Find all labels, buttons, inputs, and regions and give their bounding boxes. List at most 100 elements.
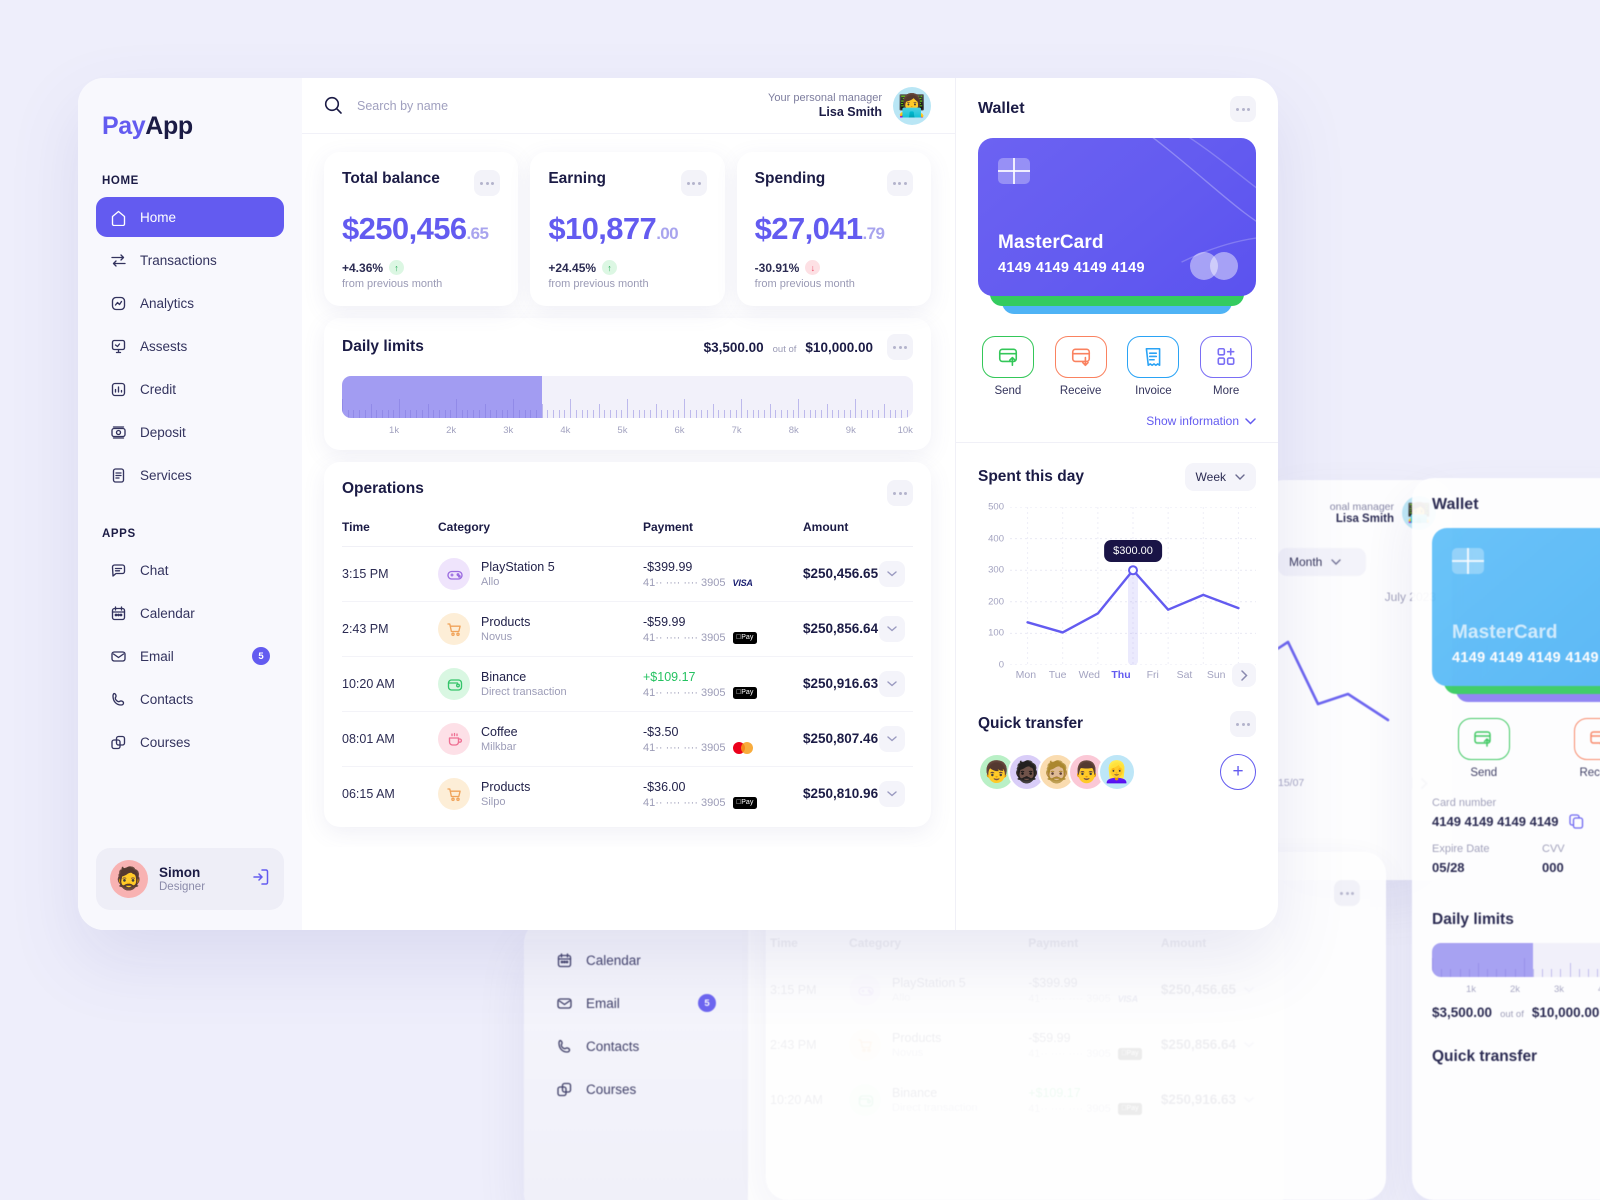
background-quick-transfer-title: Quick transfer — [1432, 1048, 1538, 1065]
spent-chart[interactable]: 0 100 200 300 400 500 $300.00 Mon Tue Wed Thu Fri… — [978, 502, 1257, 687]
show-information-button[interactable]: Show information — [978, 414, 1256, 428]
sidebar-item-credit[interactable]: Credit — [96, 369, 284, 409]
card-stack[interactable]: MasterCard 4149 4149 4149 4149 — [978, 138, 1256, 314]
row-expand-button[interactable] — [879, 561, 905, 587]
row-category: Binance — [481, 670, 527, 684]
scale-tick: 7k — [731, 425, 742, 436]
sidebar-item-label: Contacts — [140, 691, 194, 707]
daily-limits-outof: out of — [772, 343, 797, 355]
chart-svg — [1010, 506, 1256, 666]
search-input[interactable] — [357, 98, 657, 113]
background-limits-scale: 1k2k3k4k5k — [1432, 984, 1600, 995]
wallet-menu-button[interactable] — [1230, 96, 1256, 122]
chart-next-button[interactable] — [1232, 663, 1257, 687]
background-month-selector[interactable]: Month — [1278, 548, 1366, 576]
profile-role: Designer — [159, 881, 206, 893]
chevron-down-icon — [1331, 558, 1342, 565]
sidebar-item-assests[interactable]: Assests — [96, 326, 284, 366]
background-action-receive[interactable]: Receive — [1549, 718, 1600, 779]
logout-button[interactable] — [250, 867, 270, 892]
y-tick: 200 — [988, 596, 1004, 608]
apple-pay-logo-icon: Pay — [732, 686, 757, 699]
range-selector[interactable]: Week — [1184, 463, 1256, 491]
daily-limits-menu-button[interactable] — [887, 334, 913, 360]
stat-menu-button[interactable] — [680, 170, 707, 196]
y-tick: 0 — [998, 659, 1004, 671]
sidebar-item-services[interactable]: Services — [96, 455, 284, 495]
wallet-action-invoice[interactable]: Invoice — [1124, 336, 1184, 397]
stat-amount: $10,877.00 — [548, 211, 706, 247]
user-profile-card[interactable]: 🧔 Simon Designer — [96, 848, 284, 910]
column-header: Amount — [803, 520, 879, 547]
row-merchant: Silpo — [481, 796, 506, 808]
app-logo[interactable]: PayApp — [102, 112, 284, 141]
wallet-action-more[interactable]: More — [1196, 336, 1256, 397]
sidebar-item-transactions[interactable]: Transactions — [96, 240, 284, 280]
sidebar-item-chat[interactable]: Chat — [96, 550, 284, 590]
chat-icon — [111, 563, 126, 577]
stat-delta: +4.36% — [342, 260, 384, 275]
sidebar-item-label: Email — [140, 648, 174, 664]
sidebar-item-label: Calendar — [140, 605, 195, 621]
chart-plot: $300.00 — [1010, 506, 1256, 666]
contact-avatar[interactable]: 👱‍♀️ — [1098, 753, 1136, 791]
personal-manager[interactable]: Your personal manager Lisa Smith 👩‍💻 — [768, 86, 931, 125]
row-expand-button[interactable] — [879, 726, 905, 752]
row-expand-button[interactable] — [879, 616, 905, 642]
stat-amount-cents: .65 — [466, 224, 489, 243]
sidebar-item-calendar[interactable]: Calendar — [96, 593, 284, 633]
add-contact-button[interactable]: + — [1220, 754, 1256, 790]
wallet-action-receive[interactable]: Receive — [1051, 336, 1111, 397]
row-expand-button[interactable] — [879, 781, 905, 807]
badge-count: 5 — [698, 994, 716, 1012]
quick-transfer-menu-button[interactable] — [1230, 711, 1256, 737]
row-payment: -$59.99 — [643, 614, 686, 629]
table-row[interactable]: 06:15 AM Products Silpo -$36.00 41·· ···· ··… — [342, 767, 913, 822]
cart-icon — [446, 787, 461, 801]
credit-card[interactable]: MasterCard 4149 4149 4149 4149 — [978, 138, 1256, 296]
sidebar-item-courses[interactable]: Courses — [96, 722, 284, 762]
daily-limits-slider[interactable] — [342, 376, 913, 418]
table-row[interactable]: 2:43 PM Products Novus -$59.99 41·· ···· ···… — [342, 601, 913, 657]
sidebar-item-analytics[interactable]: Analytics — [96, 283, 284, 323]
chevron-down-icon — [1235, 473, 1245, 480]
column-header: Time — [342, 520, 438, 547]
background-sidebar-item: Contacts — [542, 1026, 730, 1066]
stat-delta: -30.91% — [754, 260, 800, 275]
wallet-action-send[interactable]: Send — [978, 336, 1038, 397]
sidebar-item-label: Analytics — [140, 295, 195, 311]
search-icon[interactable] — [324, 96, 343, 115]
row-time: 08:01 AM — [342, 711, 438, 767]
stat-amount: $250,456.65 — [342, 211, 500, 247]
row-expand-button[interactable] — [879, 671, 905, 697]
credit-chart-icon — [111, 382, 126, 396]
table-row[interactable]: 08:01 AM Coffee Milkbar -$3.50 41·· ···· ···… — [342, 711, 913, 767]
sidebar-item-label: Transactions — [140, 252, 217, 268]
table-row[interactable]: 10:20 AM Binance Direct transaction +$109.1… — [342, 656, 913, 712]
copy-icon[interactable] — [1568, 814, 1584, 829]
stat-title: Earning — [548, 170, 607, 187]
background-sidebar-item: Courses — [542, 1069, 730, 1109]
stat-menu-button[interactable] — [474, 170, 501, 196]
wallet-icon — [447, 678, 462, 691]
topbar: Your personal manager Lisa Smith 👩‍💻 — [302, 78, 955, 134]
sidebar-item-contacts[interactable]: Contacts — [96, 679, 284, 719]
stat-menu-button[interactable] — [886, 170, 913, 196]
operations-menu-button[interactable] — [887, 480, 913, 506]
main-content: Your personal manager Lisa Smith 👩‍💻 Tot… — [302, 78, 956, 930]
sidebar-item-deposit[interactable]: Deposit — [96, 412, 284, 452]
y-tick: 400 — [988, 533, 1004, 545]
stat-card: Earning $10,877.00 +24.45% ↑ from previous m… — [530, 152, 725, 306]
sidebar-item-home[interactable]: Home — [96, 197, 284, 237]
nav-apps-list: Chat Calendar Email 5 Contacts Courses — [96, 550, 284, 765]
background-action-send[interactable]: Send — [1432, 718, 1536, 779]
sidebar-item-email[interactable]: Email 5 — [96, 636, 284, 676]
chart-tooltip: $300.00 — [1104, 540, 1162, 563]
x-tick: Tue — [1048, 669, 1067, 681]
stat-amount-whole: $250,456 — [342, 211, 467, 246]
table-row[interactable]: 3:15 PM PlayStation 5 Allo -$399.99 41·· ···… — [342, 546, 913, 602]
row-payment: -$399.99 — [643, 559, 693, 574]
background-ops-dots[interactable] — [1334, 880, 1360, 906]
background-limits-ruler[interactable] — [1432, 943, 1600, 977]
arrow-down-icon: ↓ — [805, 260, 821, 275]
